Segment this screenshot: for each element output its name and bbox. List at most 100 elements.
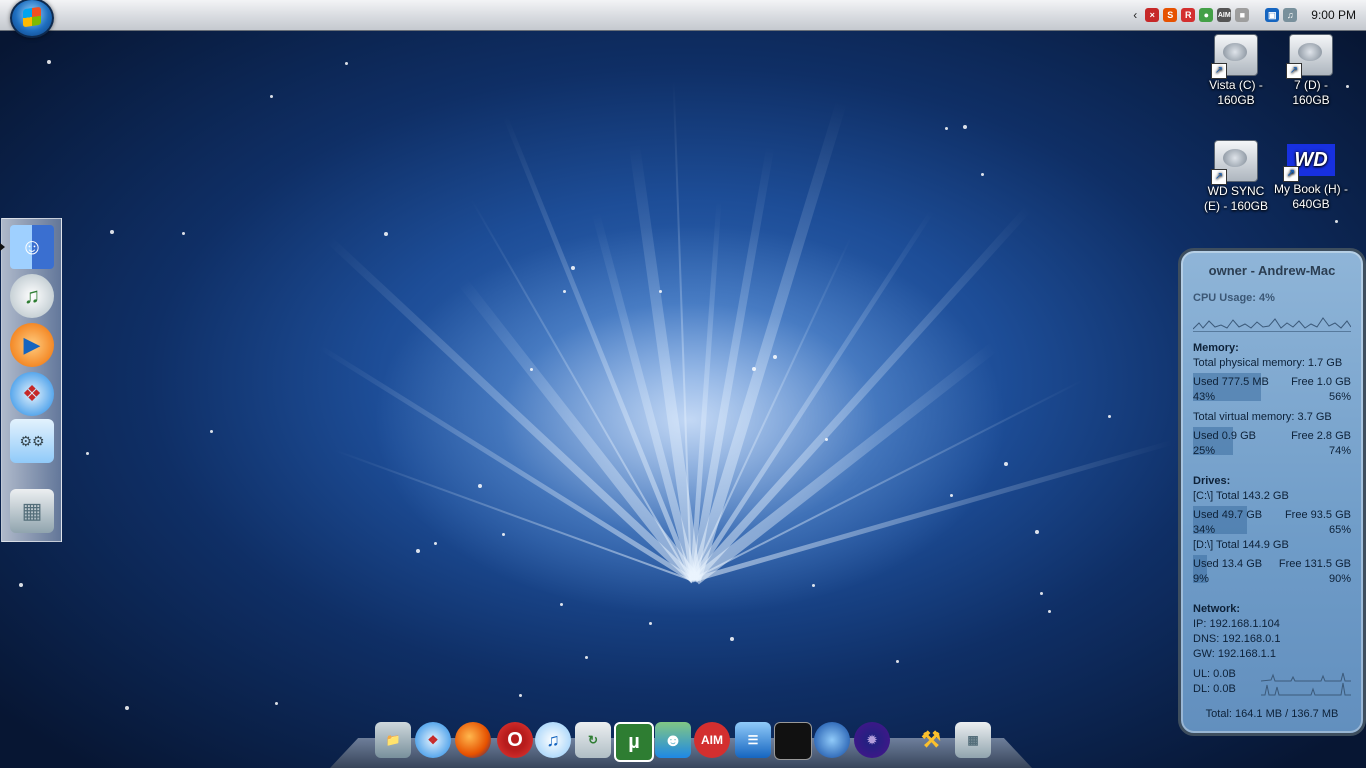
virtual-free-percent: 74% xyxy=(1328,445,1351,457)
star xyxy=(560,603,563,606)
firefox-icon[interactable] xyxy=(455,722,491,758)
total-virtual-memory: Total virtual memory: 3.7 GB xyxy=(1193,411,1332,423)
star xyxy=(275,702,278,705)
desktop-icon-my-book-drive[interactable]: WD ↗ My Book (H) - 640GB xyxy=(1274,140,1348,212)
tools-icon[interactable]: ⚒ xyxy=(913,722,949,758)
documents-icon[interactable]: ☰ xyxy=(735,722,771,758)
system-prefs-icon[interactable]: ⚙⚙ xyxy=(10,419,54,463)
star xyxy=(478,484,482,488)
drive-d-used-percent: 9% xyxy=(1193,573,1209,585)
volume-icon[interactable]: ♫ xyxy=(1283,8,1298,22)
star xyxy=(773,355,777,359)
star xyxy=(345,62,348,65)
start-button[interactable] xyxy=(10,0,54,38)
network-graph xyxy=(1261,672,1351,696)
physical-used-percent: 43% xyxy=(1193,391,1216,403)
hard-drive-icon: ↗ xyxy=(1211,140,1258,185)
utorrent-icon[interactable]: µ xyxy=(614,722,654,762)
star xyxy=(585,656,588,659)
drive-c-free-percent: 65% xyxy=(1328,524,1351,536)
drive-c-percent-row: 34% 65% xyxy=(1193,524,1351,536)
star xyxy=(1108,415,1111,418)
messenger-icon[interactable]: ● xyxy=(1199,8,1214,22)
app-r-icon[interactable]: R xyxy=(1181,8,1196,22)
star xyxy=(659,290,662,293)
display-icon[interactable]: ▣ xyxy=(1265,8,1280,22)
drives-header: Drives: xyxy=(1193,475,1231,487)
folder-icon[interactable]: 📁 xyxy=(375,722,411,758)
desktop-icon-wd-sync-drive[interactable]: ↗ WD SYNC (E) - 160GB xyxy=(1199,140,1273,214)
taskbar: ‹ × S R ● AIM ■ ▣ ♫ 9:00 PM xyxy=(0,0,1366,38)
physical-memory-row: Used 777.5 MB Free 1.0 GB xyxy=(1193,376,1351,388)
star xyxy=(519,694,522,697)
virtual-memory-row: Used 0.9 GB Free 2.8 GB xyxy=(1193,430,1351,442)
app-s-icon[interactable]: S xyxy=(1163,8,1178,22)
drive-c-free: Free 93.5 GB xyxy=(1284,509,1351,521)
opera-icon[interactable]: O xyxy=(497,722,533,758)
system-tray: ‹ × S R ● AIM ■ ▣ ♫ 9:00 PM xyxy=(1133,5,1356,25)
network-tray-icon[interactable]: ■ xyxy=(1235,8,1250,22)
physical-used: Used 777.5 MB xyxy=(1193,376,1269,388)
star xyxy=(416,549,420,553)
network-ip: IP: 192.168.1.104 xyxy=(1193,618,1280,630)
ipod-sync-icon[interactable]: ↻ xyxy=(575,722,611,758)
terminal-icon[interactable] xyxy=(774,722,812,760)
finder-icon[interactable]: ☺ xyxy=(10,225,54,269)
star xyxy=(19,583,23,587)
safari-icon[interactable]: ❖ xyxy=(10,372,54,416)
hard-drive-icon: ↗ xyxy=(1286,34,1333,79)
star xyxy=(270,95,273,98)
memory-header: Memory: xyxy=(1193,342,1239,354)
itunes-icon[interactable]: ♫ xyxy=(535,722,571,758)
aim-tray-icon[interactable]: AIM xyxy=(1217,8,1232,22)
star xyxy=(1040,592,1043,595)
cpu-usage: CPU Usage: 4% xyxy=(1193,292,1275,304)
star xyxy=(182,232,185,235)
aim-icon[interactable]: AIM xyxy=(694,722,730,758)
star xyxy=(1048,610,1051,613)
light-ray xyxy=(692,341,999,585)
itunes-icon[interactable]: ♫ xyxy=(10,274,54,318)
trash-icon[interactable]: ▦ xyxy=(10,489,54,533)
network-header: Network: xyxy=(1193,603,1241,615)
trash-icon[interactable]: ▦ xyxy=(955,722,991,758)
star xyxy=(950,494,953,497)
drive-c-total: [C:\] Total 143.2 GB xyxy=(1193,490,1289,502)
star xyxy=(1035,530,1039,534)
star xyxy=(825,438,828,441)
star xyxy=(812,584,815,587)
star xyxy=(502,533,505,536)
network-upload: UL: 0.0B xyxy=(1193,668,1236,680)
virtual-percent-row: 25% 74% xyxy=(1193,445,1351,457)
clock[interactable]: 9:00 PM xyxy=(1311,8,1356,22)
total-physical-memory: Total physical memory: 1.7 GB xyxy=(1193,357,1343,369)
star xyxy=(963,125,967,129)
virtual-free: Free 2.8 GB xyxy=(1291,430,1351,442)
security-icon[interactable]: × xyxy=(1145,8,1160,22)
drive-d-free-percent: 90% xyxy=(1328,573,1351,585)
star xyxy=(730,637,734,641)
desktop-icon-label: 7 (D) - 160GB xyxy=(1292,78,1330,107)
star xyxy=(47,60,51,64)
star xyxy=(981,173,984,176)
messenger-icon[interactable]: ☻ xyxy=(655,722,691,758)
fractal-icon[interactable]: ✹ xyxy=(854,722,890,758)
network-gateway: GW: 192.168.1.1 xyxy=(1193,648,1276,660)
side-dock: ☺ ♫ ▶ ❖ ⚙⚙ ▦ xyxy=(1,218,62,542)
chevron-left-icon[interactable]: ‹ xyxy=(1133,8,1137,22)
desktop-icon-seven-drive[interactable]: ↗ 7 (D) - 160GB xyxy=(1274,34,1348,108)
star xyxy=(384,232,388,236)
physical-free-percent: 56% xyxy=(1328,391,1351,403)
drive-d-free: Free 131.5 GB xyxy=(1278,558,1351,570)
star xyxy=(434,542,437,545)
desktop-icon-vista-drive[interactable]: ↗ Vista (C) - 160GB xyxy=(1199,34,1273,108)
media-player-icon[interactable]: ▶ xyxy=(10,323,54,367)
light-ray xyxy=(470,198,692,581)
google-earth-icon[interactable] xyxy=(814,722,850,758)
safari-icon[interactable]: ❖ xyxy=(415,722,451,758)
light-ray xyxy=(325,236,697,583)
desktop-icon-label: My Book (H) - 640GB xyxy=(1274,182,1349,211)
star xyxy=(752,367,756,371)
star xyxy=(1335,220,1338,223)
star xyxy=(571,266,575,270)
